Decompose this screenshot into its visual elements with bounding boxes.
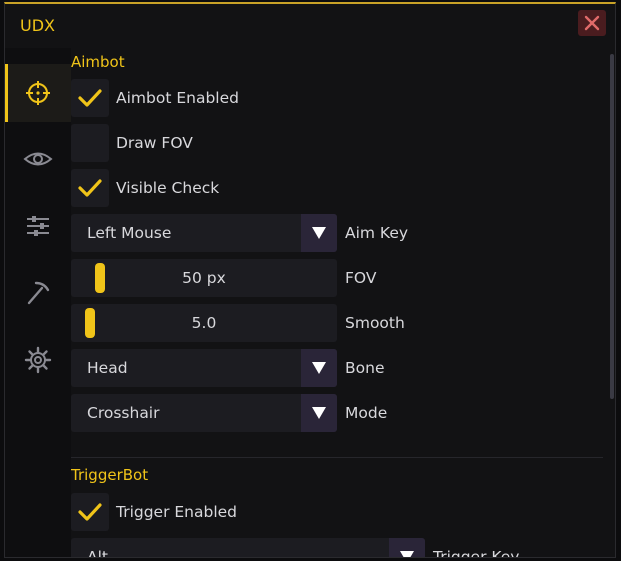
visible-check-checkbox[interactable] — [71, 169, 109, 207]
bone-label: Bone — [345, 359, 385, 377]
section-title-aimbot: Aimbot — [71, 53, 125, 71]
section-divider — [71, 457, 603, 458]
smooth-slider[interactable]: 5.0 — [71, 304, 337, 342]
fov-value: 50 px — [182, 269, 226, 287]
close-button[interactable] — [578, 10, 606, 36]
dropdown-arrow[interactable] — [301, 349, 337, 387]
aim-key-dropdown[interactable]: Left Mouse — [71, 214, 337, 252]
scrollbar[interactable] — [610, 54, 614, 399]
triangle-down-icon — [400, 551, 414, 557]
mode-label: Mode — [345, 404, 388, 422]
checkmark-icon — [78, 89, 102, 107]
sidebar-item-visuals[interactable] — [5, 130, 71, 188]
mode-value: Crosshair — [87, 404, 160, 422]
aim-key-label: Aim Key — [345, 224, 409, 242]
mode-dropdown[interactable]: Crosshair — [71, 394, 337, 432]
window-title: UDX — [20, 16, 55, 35]
triangle-down-icon — [312, 407, 326, 419]
fov-label: FOV — [345, 269, 377, 287]
pickaxe-icon — [27, 281, 50, 305]
eye-icon — [23, 152, 53, 166]
checkmark-icon — [78, 503, 102, 521]
checkmark-icon — [78, 179, 102, 197]
trigger-enabled-checkbox[interactable] — [71, 493, 109, 531]
sidebar — [5, 48, 71, 557]
triangle-down-icon — [312, 362, 326, 374]
trigger-key-dropdown[interactable]: Alt — [71, 538, 425, 558]
sidebar-item-aimbot[interactable] — [5, 64, 71, 122]
trigger-key-label: Trigger Key — [433, 548, 520, 558]
trigger-enabled-label: Trigger Enabled — [116, 503, 238, 521]
sliders-icon — [27, 216, 49, 236]
bone-value: Head — [87, 359, 128, 377]
bone-dropdown[interactable]: Head — [71, 349, 337, 387]
crosshair-icon — [26, 81, 50, 105]
draw-fov-checkbox[interactable] — [71, 124, 109, 162]
aimbot-enabled-label: Aimbot Enabled — [116, 89, 239, 107]
gear-icon — [24, 346, 52, 374]
title-bar[interactable]: UDX — [5, 4, 615, 48]
dropdown-arrow[interactable] — [301, 214, 337, 252]
content-panel: Aimbot Aimbot Enabled Draw FOV Visible C… — [71, 48, 611, 558]
sidebar-item-config[interactable] — [5, 331, 71, 389]
sidebar-item-settings[interactable] — [5, 197, 71, 255]
trigger-key-value: Alt — [87, 548, 108, 558]
dropdown-arrow[interactable] — [301, 394, 337, 432]
smooth-label: Smooth — [345, 314, 405, 332]
visible-check-label: Visible Check — [116, 179, 220, 197]
triangle-down-icon — [312, 227, 326, 239]
aim-key-value: Left Mouse — [87, 224, 172, 242]
sidebar-item-misc[interactable] — [5, 263, 71, 321]
close-icon — [584, 15, 600, 31]
fov-slider[interactable]: 50 px — [71, 259, 337, 297]
app-window: UDX Aimbot Aimbot Enabled Draw FOV Visib… — [4, 2, 616, 558]
dropdown-arrow[interactable] — [389, 538, 425, 557]
aimbot-enabled-checkbox[interactable] — [71, 79, 109, 117]
section-title-triggerbot: TriggerBot — [71, 466, 149, 484]
smooth-value: 5.0 — [191, 314, 217, 332]
draw-fov-label: Draw FOV — [116, 134, 193, 152]
